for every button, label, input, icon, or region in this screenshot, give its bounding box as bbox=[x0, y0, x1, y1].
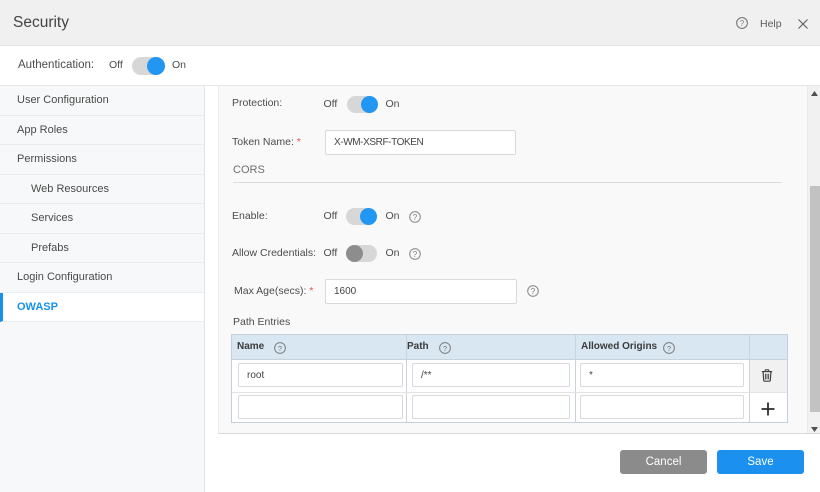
svg-text:?: ? bbox=[278, 343, 282, 352]
svg-text:?: ? bbox=[667, 343, 671, 352]
svg-text:?: ? bbox=[413, 250, 418, 259]
svg-text:?: ? bbox=[531, 287, 536, 296]
svg-text:?: ? bbox=[413, 213, 418, 222]
svg-text:?: ? bbox=[740, 19, 745, 28]
svg-text:?: ? bbox=[443, 343, 447, 352]
